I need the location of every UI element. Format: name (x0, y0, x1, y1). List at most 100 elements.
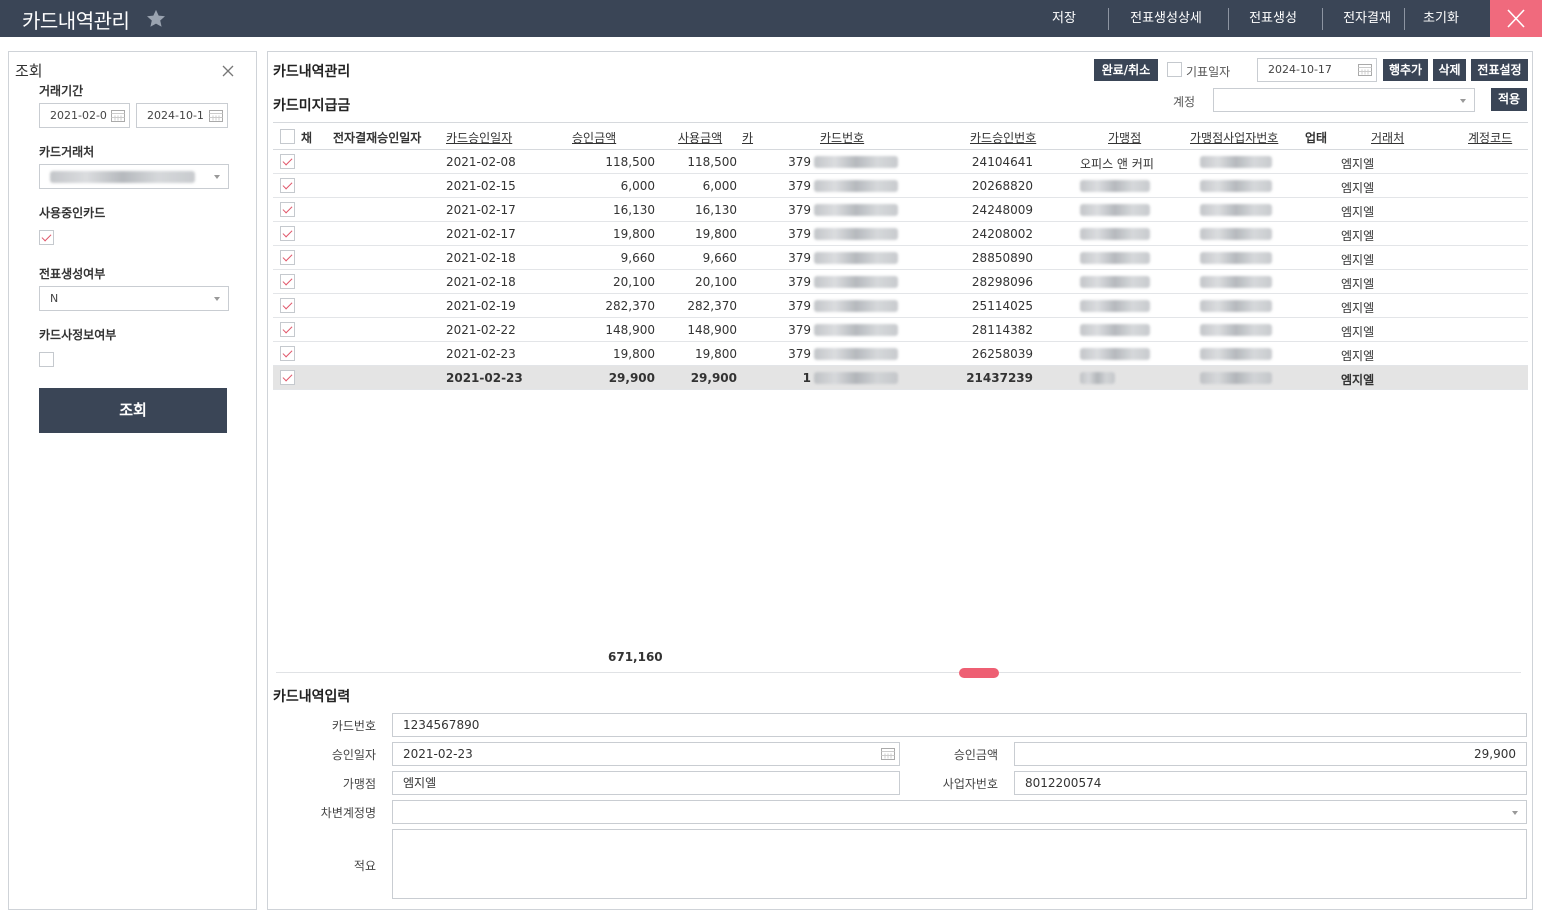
cell-card-prefix: 379 (788, 203, 811, 217)
cell-approval-number: 28114382 (971, 323, 1033, 337)
calendar-icon[interactable] (111, 109, 125, 122)
col-header-account-code[interactable]: 계정코드 (1468, 129, 1512, 146)
col-header-card-number[interactable]: 카드번호 (820, 129, 864, 146)
calendar-icon[interactable] (209, 109, 223, 122)
table-row[interactable]: 2021-02-19 282,370 282,370 379 25114025 엠지엘 (273, 294, 1528, 318)
cell-card-approval-date: 2021-02-18 (446, 251, 516, 265)
close-panel-icon[interactable] (221, 64, 235, 78)
complete-cancel-button[interactable]: 완료/취소 (1094, 59, 1158, 81)
redacted-store (1080, 252, 1150, 264)
approval-date-field[interactable]: 2021-02-23 (392, 742, 900, 766)
cell-vendor: 엠지엘 (1341, 301, 1375, 315)
add-row-button[interactable]: 행추가 (1383, 59, 1428, 81)
chevron-down-icon (214, 175, 220, 179)
redacted-biz-number (1200, 324, 1272, 336)
col-header-eapproval-date[interactable]: 전자결재승인일자 (333, 129, 421, 146)
cell-used-amount: 282,370 (687, 299, 737, 313)
row-checkbox[interactable] (280, 274, 295, 289)
col-header-card[interactable]: 카 (742, 129, 753, 146)
biz-number-field[interactable]: 8012200574 (1014, 771, 1527, 795)
cell-card-approval-date: 2021-02-15 (446, 179, 516, 193)
col-header-store-biz-number[interactable]: 가맹점사업자번호 (1190, 129, 1278, 146)
calendar-icon[interactable] (1358, 63, 1372, 76)
cell-approval-number: 24248009 (971, 203, 1033, 217)
in-use-card-checkbox[interactable] (39, 230, 54, 245)
cell-approval-number: 28850890 (971, 251, 1033, 265)
account-select[interactable] (1213, 88, 1475, 112)
cell-card-prefix: 1 (802, 371, 811, 385)
cell-vendor: 엠지엘 (1341, 349, 1375, 363)
voucher-create-menu[interactable]: 전표생성 (1242, 0, 1304, 37)
debit-account-select[interactable] (392, 800, 1527, 824)
cell-store: 오피스 앤 커피 (1080, 157, 1154, 171)
cell-card-prefix: 379 (788, 251, 811, 265)
period-label: 거래기간 (39, 84, 84, 98)
col-header-business-type[interactable]: 업태 (1305, 129, 1327, 146)
table-row[interactable]: 2021-02-22 148,900 148,900 379 28114382 엠지엘 (273, 318, 1528, 342)
cell-card-approval-date: 2021-02-18 (446, 275, 516, 289)
table-row[interactable]: 2021-02-23 19,800 19,800 379 26258039 엠지엘 (273, 342, 1528, 366)
redacted-biz-number (1200, 156, 1272, 168)
table-row[interactable]: 2021-02-17 19,800 19,800 379 24208002 엠지엘 (273, 222, 1528, 246)
voucher-status-select[interactable]: N (39, 286, 229, 311)
store-field[interactable]: 엠지엘 (392, 771, 900, 795)
table-row[interactable]: 2021-02-17 16,130 16,130 379 24248009 엠지엘 (273, 198, 1528, 222)
select-all-checkbox[interactable] (280, 129, 295, 144)
col-header-card-approval-date[interactable]: 카드승인일자 (446, 129, 512, 146)
table-row[interactable]: 2021-02-18 20,100 20,100 379 28298096 엠지엘 (273, 270, 1528, 294)
voucher-settings-button[interactable]: 전표설정 (1471, 59, 1528, 81)
redacted-card-number (814, 324, 898, 336)
splitter-handle[interactable] (959, 668, 999, 678)
search-button[interactable]: 조회 (39, 388, 227, 433)
calendar-icon[interactable] (881, 747, 895, 760)
date-to-input[interactable]: 2024-10-1 (136, 103, 228, 128)
cell-used-amount: 19,800 (695, 347, 737, 361)
table-row[interactable]: 2021-02-23 29,900 29,900 1 21437239 엠지엘 (273, 366, 1528, 390)
table-row[interactable]: 2021-02-15 6,000 6,000 379 20268820 엠지엘 (273, 174, 1528, 198)
row-checkbox[interactable] (280, 298, 295, 313)
save-menu[interactable]: 저장 (1046, 0, 1082, 37)
memo-label: 적요 (353, 859, 376, 873)
row-checkbox[interactable] (280, 178, 295, 193)
voucher-status-value: N (50, 292, 59, 305)
card-info-checkbox[interactable] (39, 352, 54, 367)
apply-button[interactable]: 적용 (1491, 88, 1527, 111)
col-header-0[interactable]: 채 (301, 129, 312, 146)
row-checkbox[interactable] (280, 202, 295, 217)
cell-vendor: 엠지엘 (1341, 205, 1375, 219)
chevron-down-icon (1460, 99, 1466, 103)
e-approval-menu[interactable]: 전자결재 (1336, 0, 1398, 37)
row-checkbox[interactable] (280, 226, 295, 241)
row-checkbox[interactable] (280, 370, 295, 385)
card-info-label: 카드사정보여부 (39, 328, 117, 342)
row-checkbox[interactable] (280, 250, 295, 265)
memo-textarea[interactable] (392, 829, 1527, 899)
account-label: 계정 (1173, 95, 1196, 109)
table-row[interactable]: 2021-02-18 9,660 9,660 379 28850890 엠지엘 (273, 246, 1528, 270)
favorite-star-icon[interactable] (145, 8, 167, 30)
redacted-biz-number (1200, 372, 1272, 384)
approval-amount-field[interactable]: 29,900 (1014, 742, 1527, 766)
reset-menu[interactable]: 초기화 (1416, 0, 1466, 37)
row-checkbox[interactable] (280, 154, 295, 169)
row-checkbox[interactable] (280, 322, 295, 337)
col-header-store[interactable]: 가맹점 (1108, 129, 1141, 146)
store-label: 가맹점 (342, 777, 376, 791)
col-header-approved-amount[interactable]: 승인금액 (572, 129, 616, 146)
col-header-used-amount[interactable]: 사용금액 (678, 129, 722, 146)
date-from-input[interactable]: 2021-02-0 (39, 103, 130, 128)
cell-vendor: 엠지엘 (1341, 325, 1375, 339)
col-header-vendor[interactable]: 거래처 (1371, 129, 1404, 146)
voucher-date-input[interactable]: 2024-10-17 (1257, 58, 1377, 82)
table-row[interactable]: 2021-02-08 118,500 118,500 379 24104641 오피스 앤… (273, 150, 1528, 174)
row-checkbox[interactable] (280, 346, 295, 361)
col-header-approval-number[interactable]: 카드승인번호 (970, 129, 1036, 146)
voucher-date-checkbox[interactable] (1167, 62, 1182, 77)
card-number-field[interactable]: 1234567890 (392, 713, 1527, 737)
vendor-select[interactable] (39, 164, 229, 189)
delete-button[interactable]: 삭제 (1433, 59, 1466, 81)
cell-approval-number: 26258039 (971, 347, 1033, 361)
close-window-button[interactable] (1490, 0, 1542, 37)
voucher-detail-menu[interactable]: 전표생성상세 (1122, 0, 1210, 37)
cell-approved-amount: 20,100 (613, 275, 655, 289)
